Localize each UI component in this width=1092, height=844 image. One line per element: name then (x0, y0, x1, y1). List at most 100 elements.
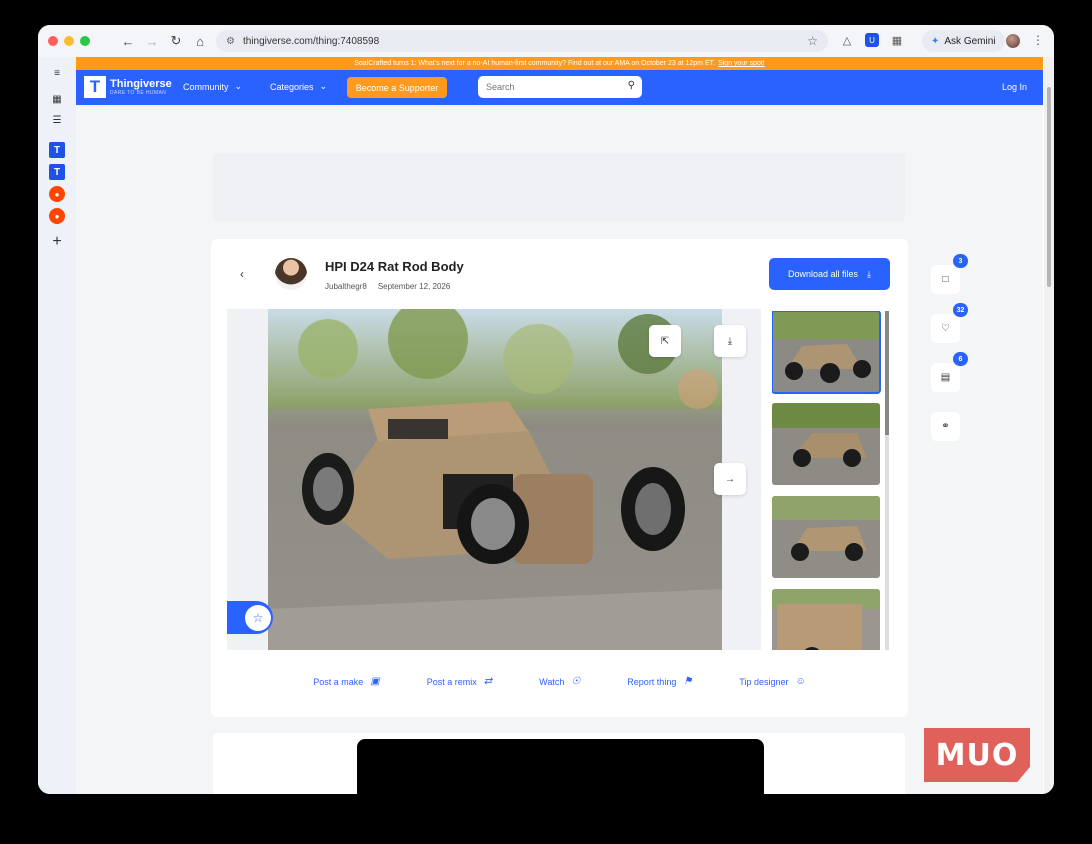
profile-avatar[interactable] (1006, 34, 1020, 48)
shuffle-icon: ⇄ (483, 676, 493, 687)
community-menu[interactable]: Community ⌄ (183, 81, 242, 92)
reload-icon[interactable]: ↻ (164, 29, 188, 53)
become-supporter-button[interactable]: Become a Supporter (347, 77, 447, 98)
back-arrow-icon[interactable]: ← (116, 29, 140, 53)
window-controls (48, 36, 90, 46)
post-remix-label: Post a remix (426, 676, 477, 687)
thingiverse-tab-icon[interactable]: T (49, 142, 65, 158)
muo-watermark: MUO (924, 728, 1030, 782)
brand-name: Thingiverse (110, 78, 172, 90)
bookmark-star-icon[interactable]: ☆ (807, 34, 818, 48)
thumbnail-2[interactable] (772, 403, 880, 485)
comments-button[interactable]: □ 3 (931, 254, 968, 294)
browser-window: ← → ↻ ⌂ ⚙ thingiverse.com/thing:7408598 … (38, 25, 1054, 794)
watch-action[interactable]: Watch ☉ (539, 676, 580, 687)
thing-actions: Post a make ▣ Post a remix ⇄ Watch ☉ Report… (211, 676, 908, 687)
download-all-button[interactable]: Download all files ⤓ (769, 258, 890, 290)
banner-text: SoalCrafted turns 1: What's next for a n… (354, 60, 716, 67)
ask-gemini-label: Ask Gemini (944, 35, 996, 47)
author-avatar[interactable] (275, 258, 307, 290)
chevron-left-icon[interactable]: ‹ (240, 267, 244, 281)
extensions-puzzle-icon[interactable]: ▦ (890, 33, 904, 47)
collect-button[interactable]: ▤ 6 (931, 352, 968, 392)
search-box[interactable]: ⚲ (478, 76, 642, 98)
page-viewport: SoalCrafted turns 1: What's next for a n… (76, 57, 1043, 794)
thumbnail-1[interactable] (772, 311, 881, 394)
flag-icon: ⚑ (683, 676, 693, 687)
post-make-label: Post a make (313, 676, 364, 687)
forward-arrow-icon[interactable]: → (140, 29, 164, 53)
watch-label: Watch (539, 676, 565, 687)
add-panel-icon[interactable]: + (49, 233, 65, 250)
site-settings-icon[interactable]: ⚙ (226, 36, 235, 47)
categories-label: Categories (270, 81, 314, 92)
thumbnail-image (772, 589, 880, 650)
report-action[interactable]: Report thing ⚑ (627, 676, 692, 687)
close-window-button[interactable] (48, 36, 58, 46)
thumbnail-scrollbar[interactable] (885, 311, 889, 650)
fullscreen-button[interactable]: ⇱ (649, 325, 681, 357)
minimize-window-button[interactable] (64, 36, 74, 46)
likes-count: 32 (953, 303, 968, 317)
login-link[interactable]: Log In (1002, 82, 1027, 92)
image-gallery: ⇱ ⤓ → (227, 309, 761, 650)
thingiverse-logo[interactable]: T Thingiverse DARE TO BE HUMAN (84, 76, 172, 98)
reddit-tab-icon[interactable]: ● (49, 186, 65, 202)
apps-grid-icon[interactable]: ▦ (49, 91, 65, 107)
url-text: thingiverse.com/thing:7408598 (242, 35, 380, 47)
thumbnail-3[interactable] (772, 496, 880, 578)
ad-placeholder (213, 153, 905, 221)
ask-gemini-button[interactable]: ✦ Ask Gemini (922, 30, 1005, 52)
eye-icon: ☉ (571, 676, 581, 687)
thumbnail-image (772, 403, 880, 485)
download-image-button[interactable]: ⤓ (714, 325, 746, 357)
thumbnail-image (772, 496, 880, 578)
post-make-action[interactable]: Post a make ▣ (313, 676, 379, 687)
share-button[interactable]: ⚭ (931, 412, 960, 441)
smiley-icon: ☺ (795, 676, 806, 687)
share-icon: ⚭ (941, 421, 950, 432)
thumbnail-strip (772, 311, 893, 650)
thing-card: ‹ HPI D24 Rat Rod Body Jubalthegr8 Septe… (211, 239, 908, 717)
thingiverse-tab-icon-2[interactable]: T (49, 164, 65, 180)
drive-extension-icon[interactable]: △ (840, 33, 854, 47)
post-remix-action[interactable]: Post a remix ⇄ (427, 676, 492, 687)
bitwarden-extension-icon[interactable]: U (865, 33, 879, 47)
browser-menu-icon[interactable]: ⋮ (1032, 33, 1044, 47)
rat-rod-photo (268, 309, 722, 650)
report-label: Report thing (627, 676, 677, 687)
thumbnail-image (772, 311, 880, 393)
image-icon: ▣ (370, 676, 380, 687)
browser-toolbar: ← → ↻ ⌂ ⚙ thingiverse.com/thing:7408598 … (38, 25, 1054, 57)
main-photo[interactable] (268, 309, 722, 650)
chevron-down-icon: ⌄ (234, 81, 243, 91)
search-input[interactable] (486, 82, 616, 92)
favorite-toggle[interactable]: ☆ (227, 601, 273, 634)
thumbnail-4[interactable] (772, 589, 880, 650)
video-player[interactable] (357, 739, 764, 794)
maximize-window-button[interactable] (80, 36, 90, 46)
announcement-banner: SoalCrafted turns 1: What's next for a n… (76, 57, 1043, 70)
comment-icon: □ (942, 274, 949, 285)
star-icon: ☆ (245, 604, 271, 631)
heart-icon: ♡ (941, 323, 950, 334)
like-button[interactable]: ♡ 32 (931, 303, 968, 343)
page-scrollbar[interactable] (1044, 57, 1054, 794)
reading-list-icon[interactable]: ☰ (49, 112, 65, 128)
folder-icon: ▤ (940, 372, 951, 383)
address-bar[interactable]: ⚙ thingiverse.com/thing:7408598 ☆ (216, 30, 828, 52)
tip-action[interactable]: Tip designer ☺ (739, 676, 805, 687)
publish-date: September 12, 2026 (377, 282, 451, 291)
search-icon[interactable]: ⚲ (628, 80, 635, 91)
banner-link[interactable]: Sign your spot! (718, 60, 765, 67)
collections-count: 6 (953, 352, 968, 366)
comments-count: 3 (953, 254, 968, 268)
home-icon[interactable]: ⌂ (188, 29, 212, 53)
collapse-panel-icon[interactable]: ≡ (49, 65, 65, 81)
next-image-button[interactable]: → (714, 463, 746, 495)
author-link[interactable]: Jubalthegr8 (325, 282, 367, 291)
download-all-label: Download all files (787, 269, 859, 279)
categories-menu[interactable]: Categories ⌄ (270, 81, 327, 92)
reddit-tab-icon-2[interactable]: ● (49, 208, 65, 224)
brand-tagline: DARE TO BE HUMAN (110, 90, 167, 96)
